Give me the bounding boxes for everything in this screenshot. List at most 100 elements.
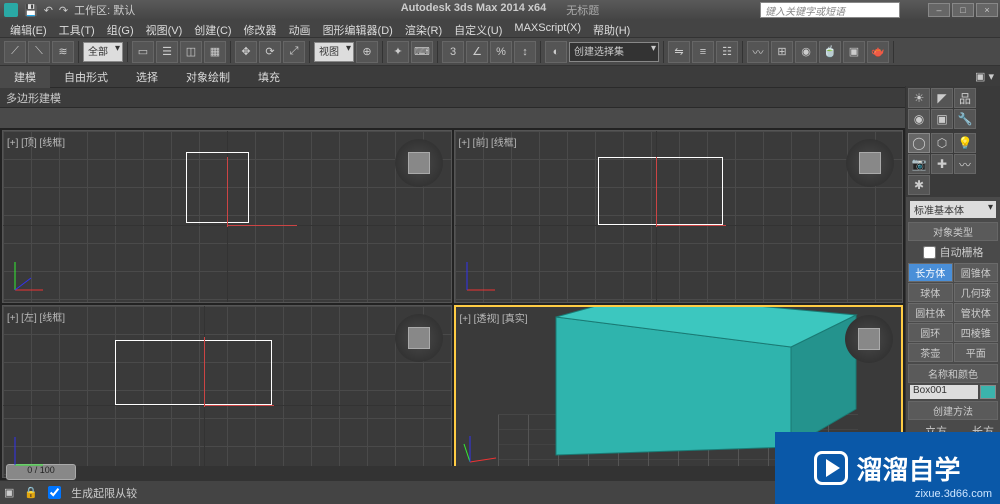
viewport-left[interactable]: [+] [左] [线框]: [2, 305, 452, 478]
curve-editor-icon[interactable]: 〰: [747, 41, 769, 63]
cameras-tab-icon[interactable]: 📷: [908, 154, 930, 174]
viewport-persp-label[interactable]: [+] [透视] [真实]: [460, 310, 528, 325]
menu-modifiers[interactable]: 修改器: [238, 20, 283, 37]
menu-animation[interactable]: 动画: [283, 20, 317, 37]
menu-graph[interactable]: 图形编辑器(D): [317, 20, 399, 37]
named-selection-set[interactable]: 创建选择集: [569, 42, 659, 62]
tab-freeform[interactable]: 自由形式: [50, 66, 122, 88]
render-frame-icon[interactable]: ▣: [843, 41, 865, 63]
maximize-button[interactable]: □: [952, 3, 974, 17]
ribbon-panel-label[interactable]: 多边形建模: [6, 90, 61, 106]
spacewarps-tab-icon[interactable]: 〰: [954, 154, 976, 174]
viewcube-top[interactable]: [395, 139, 443, 187]
primitive-geosphere-button[interactable]: 几何球: [954, 283, 999, 302]
object-color-swatch[interactable]: [980, 385, 996, 399]
workspace-label[interactable]: 工作区: 默认: [74, 2, 135, 18]
percent-snap-icon[interactable]: %: [490, 41, 512, 63]
geometry-category[interactable]: 标准基本体: [910, 201, 996, 218]
menu-tools[interactable]: 工具(T): [53, 20, 101, 37]
render-icon[interactable]: 🫖: [867, 41, 889, 63]
object-name-input[interactable]: Box001: [910, 385, 978, 399]
select-icon[interactable]: ▭: [132, 41, 154, 63]
viewport-front[interactable]: [+] [前] [线框]: [454, 130, 904, 303]
utilities-tab-icon[interactable]: 🔧: [954, 109, 976, 129]
primitive-sphere-button[interactable]: 球体: [908, 283, 953, 302]
hierarchy-tab-icon[interactable]: 品: [954, 88, 976, 108]
unlink-icon[interactable]: ⟍: [28, 41, 50, 63]
menu-customize[interactable]: 自定义(U): [448, 20, 508, 37]
manipulate-icon[interactable]: ✦: [387, 41, 409, 63]
prompt-icon[interactable]: ▣: [4, 486, 14, 499]
tab-object-paint[interactable]: 对象绘制: [172, 66, 244, 88]
menu-maxscript[interactable]: MAXScript(X): [508, 20, 587, 37]
menu-help[interactable]: 帮助(H): [587, 20, 636, 37]
tab-selection[interactable]: 选择: [122, 66, 172, 88]
menu-render[interactable]: 渲染(R): [399, 20, 448, 37]
systems-tab-icon[interactable]: ✱: [908, 175, 930, 195]
primitive-cylinder-button[interactable]: 圆柱体: [908, 303, 953, 322]
select-region-icon[interactable]: ◫: [180, 41, 202, 63]
bind-icon[interactable]: ≋: [52, 41, 74, 63]
viewport-front-label[interactable]: [+] [前] [线框]: [459, 134, 517, 149]
viewport-top[interactable]: [+] [顶] [线框]: [2, 130, 452, 303]
shapes-tab-icon[interactable]: ⬡: [931, 133, 953, 153]
rollout-object-type[interactable]: 对象类型: [908, 222, 998, 241]
autogrid-checkbox[interactable]: [923, 246, 936, 259]
create-tab-icon[interactable]: ☀: [908, 88, 930, 108]
redo-icon[interactable]: ↷: [59, 4, 68, 17]
primitive-plane-button[interactable]: 平面: [954, 343, 999, 362]
primitive-tube-button[interactable]: 管状体: [954, 303, 999, 322]
close-button[interactable]: ×: [976, 3, 998, 17]
viewport-top-label[interactable]: [+] [顶] [线框]: [7, 134, 65, 149]
primitive-pyramid-button[interactable]: 四棱锥: [954, 323, 999, 342]
primitive-box-button[interactable]: 长方体: [908, 263, 953, 282]
selection-filter[interactable]: 全部: [83, 42, 123, 62]
menu-group[interactable]: 组(G): [101, 20, 140, 37]
spinner-snap-icon[interactable]: ↕: [514, 41, 536, 63]
motion-tab-icon[interactable]: ◉: [908, 109, 930, 129]
viewcube-front[interactable]: [846, 139, 894, 187]
keyboard-shortcut-icon[interactable]: ⌨: [411, 41, 433, 63]
material-editor-icon[interactable]: ◉: [795, 41, 817, 63]
schematic-icon[interactable]: ⊞: [771, 41, 793, 63]
rollout-name-color[interactable]: 名称和颜色: [908, 364, 998, 383]
viewport-left-label[interactable]: [+] [左] [线框]: [7, 309, 65, 324]
ribbon-expand-icon[interactable]: ▣ ▾: [975, 70, 1000, 83]
scale-icon[interactable]: ⤢: [283, 41, 305, 63]
pivot-icon[interactable]: ⊕: [356, 41, 378, 63]
gen-checkbox[interactable]: [48, 486, 61, 499]
rotate-icon[interactable]: ⟳: [259, 41, 281, 63]
link-icon[interactable]: ⟋: [4, 41, 26, 63]
timeline[interactable]: 0 / 100: [6, 466, 900, 480]
mirror-icon[interactable]: ⇋: [668, 41, 690, 63]
ref-coord-system[interactable]: 视图: [314, 42, 354, 62]
undo-icon[interactable]: ↶: [44, 4, 53, 17]
search-input[interactable]: 键入关键字或短语: [760, 2, 900, 18]
named-selection-icon[interactable]: ◐: [545, 41, 567, 63]
menu-create[interactable]: 创建(C): [188, 20, 237, 37]
modify-tab-icon[interactable]: ◤: [931, 88, 953, 108]
select-name-icon[interactable]: ☰: [156, 41, 178, 63]
minimize-button[interactable]: –: [928, 3, 950, 17]
menu-view[interactable]: 视图(V): [140, 20, 189, 37]
angle-snap-icon[interactable]: ∠: [466, 41, 488, 63]
display-tab-icon[interactable]: ▣: [931, 109, 953, 129]
lights-tab-icon[interactable]: 💡: [954, 133, 976, 153]
snap-icon[interactable]: 3: [442, 41, 464, 63]
window-crossing-icon[interactable]: ▦: [204, 41, 226, 63]
viewcube-persp[interactable]: [845, 315, 893, 363]
viewcube-left[interactable]: [395, 314, 443, 362]
rollout-create-method[interactable]: 创建方法: [908, 401, 998, 420]
tab-populate[interactable]: 填充: [244, 66, 294, 88]
menu-edit[interactable]: 编辑(E): [4, 20, 53, 37]
primitive-torus-button[interactable]: 圆环: [908, 323, 953, 342]
tab-modeling[interactable]: 建模: [0, 66, 50, 88]
move-icon[interactable]: ✥: [235, 41, 257, 63]
primitive-teapot-button[interactable]: 茶壶: [908, 343, 953, 362]
helpers-tab-icon[interactable]: ✚: [931, 154, 953, 174]
lock-icon[interactable]: 🔒: [24, 486, 38, 499]
align-icon[interactable]: ≡: [692, 41, 714, 63]
primitive-cone-button[interactable]: 圆锥体: [954, 263, 999, 282]
geometry-tab-icon[interactable]: ◯: [908, 133, 930, 153]
render-setup-icon[interactable]: 🍵: [819, 41, 841, 63]
